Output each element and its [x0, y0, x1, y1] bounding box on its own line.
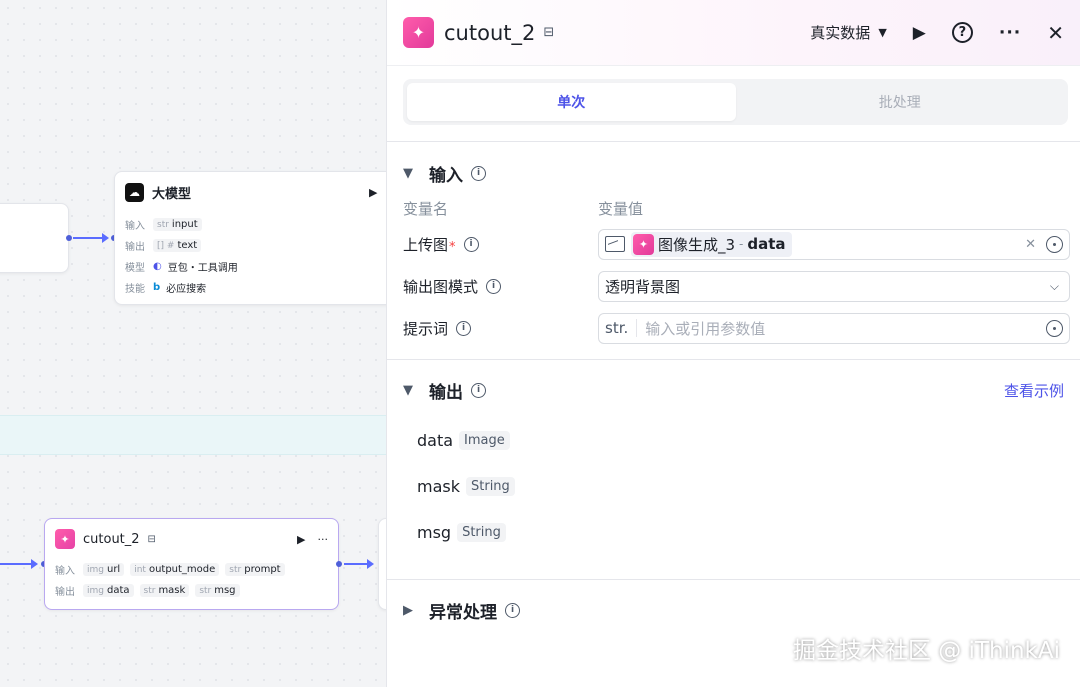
info-icon[interactable]: i	[471, 382, 486, 398]
llm-node[interactable]: ☁ 大模型 ▶ · 输入 strinput 输出 [] #text 模型 ◐ 豆…	[114, 171, 386, 305]
reference-target-icon[interactable]	[1046, 319, 1063, 337]
image-gen-icon: ✦	[633, 233, 654, 255]
upload-field[interactable]: ✦ 图像生成_3 - data ✕	[598, 228, 1070, 260]
run-icon[interactable]: ▶	[913, 23, 926, 43]
view-example-link[interactable]: 查看示例	[1004, 380, 1064, 401]
cutout-icon: ✦	[403, 17, 434, 48]
node-row: 输入 str input	[115, 214, 386, 235]
run-icon[interactable]: ▶	[297, 533, 305, 546]
var-row-output-mode: 输出图模式 i 透明背景图 ⌵	[387, 265, 1080, 307]
upstream-node[interactable]	[0, 203, 69, 273]
node-row: 输出 [] # text	[115, 235, 386, 256]
reference-target-icon[interactable]	[1046, 235, 1063, 253]
workflow-canvas[interactable]: ☁ 大模型 ▶ · 输入 strinput 输出 [] #text 模型 ◐ 豆…	[0, 0, 386, 687]
prompt-input[interactable]: str. 输入或引用参数值	[598, 312, 1070, 344]
chevron-down-icon[interactable]: ▼	[403, 383, 423, 398]
var-label: 输出图模式	[403, 277, 479, 296]
var-row-prompt: 提示词 i str. 输入或引用参数值	[387, 307, 1080, 349]
edge	[0, 559, 38, 569]
output-mode-select[interactable]: 透明背景图 ⌵	[598, 270, 1070, 302]
watermark: 掘金技术社区 @ iThinkAi	[792, 638, 1060, 664]
tab-batch[interactable]: 批处理	[736, 83, 1065, 121]
group-band	[0, 415, 386, 455]
doc-icon: ⊟	[147, 533, 156, 545]
column-header: 变量名 变量值	[403, 199, 644, 218]
help-icon[interactable]: ?	[951, 22, 973, 43]
output-item: mask String	[387, 463, 1080, 509]
node-title: 大模型	[152, 186, 192, 202]
chevron-right-icon[interactable]: ▶	[403, 603, 423, 618]
output-port[interactable]	[66, 235, 72, 241]
node-row: 模型 ◐ 豆包・工具调用	[125, 261, 238, 274]
run-icon[interactable]: ▶	[369, 186, 377, 199]
node-row: 输出 img data str mask str msg	[45, 580, 338, 601]
node-title: cutout_2	[83, 531, 140, 547]
cutout-node[interactable]: ✦ cutout_2 ⊟ ▶ ··· 输入 img url int output_m…	[44, 518, 339, 610]
chevron-down-icon: ⌵	[1049, 278, 1059, 293]
chevron-down-icon[interactable]: ▼	[403, 166, 423, 181]
output-section-header[interactable]: ▼ 输出 i 查看示例	[387, 375, 1080, 405]
info-icon[interactable]: i	[471, 165, 486, 181]
caret-down-icon: ▼	[878, 26, 887, 39]
doubao-icon: ◐	[153, 261, 162, 272]
bing-icon: b	[153, 282, 161, 293]
node-row: 输入 img url int output_mode str prompt	[45, 559, 338, 580]
downstream-node[interactable]	[378, 518, 386, 610]
error-section-header[interactable]: ▶ 异常处理 i	[387, 595, 1080, 625]
image-icon	[605, 236, 625, 252]
panel-header: ✦ cutout_2 ⊟ 真实数据 ▼ ▶ ? ··· ✕	[387, 0, 1080, 66]
info-icon[interactable]: i	[486, 278, 502, 294]
var-label: 提示词	[403, 319, 449, 338]
output-item: msg String	[387, 509, 1080, 555]
more-icon[interactable]: ···	[999, 23, 1021, 43]
input-section-header[interactable]: ▼ 输入 i	[387, 158, 1080, 188]
info-icon[interactable]: i	[456, 320, 472, 336]
var-label: 上传图	[403, 235, 449, 254]
node-config-panel: ✦ cutout_2 ⊟ 真实数据 ▼ ▶ ? ··· ✕ 单次 批处理 ▼ 输…	[386, 0, 1080, 687]
data-source-select[interactable]: 真实数据 ▼	[810, 22, 886, 43]
var-row-upload: 上传图 * i ✦ 图像生成_3 - data ✕	[387, 223, 1080, 265]
node-row: 技能 b 必应搜索	[125, 282, 207, 295]
edge	[73, 233, 109, 243]
output-item: data Image	[387, 417, 1080, 463]
output-port[interactable]	[336, 561, 342, 567]
edge	[344, 559, 374, 569]
info-icon[interactable]: i	[463, 236, 479, 252]
clear-icon[interactable]: ✕	[1025, 237, 1036, 252]
llm-icon: ☁	[125, 182, 144, 202]
reference-chip[interactable]: ✦ 图像生成_3 - data	[631, 231, 792, 257]
more-icon[interactable]: ···	[318, 533, 329, 546]
tab-single[interactable]: 单次	[407, 83, 736, 121]
doc-icon[interactable]: ⊟	[543, 25, 554, 40]
info-icon[interactable]: i	[505, 602, 520, 618]
close-icon[interactable]: ✕	[1047, 21, 1064, 45]
cutout-icon: ✦	[55, 529, 75, 549]
mode-tabs: 单次 批处理	[403, 79, 1068, 125]
panel-title: cutout_2	[444, 20, 536, 45]
